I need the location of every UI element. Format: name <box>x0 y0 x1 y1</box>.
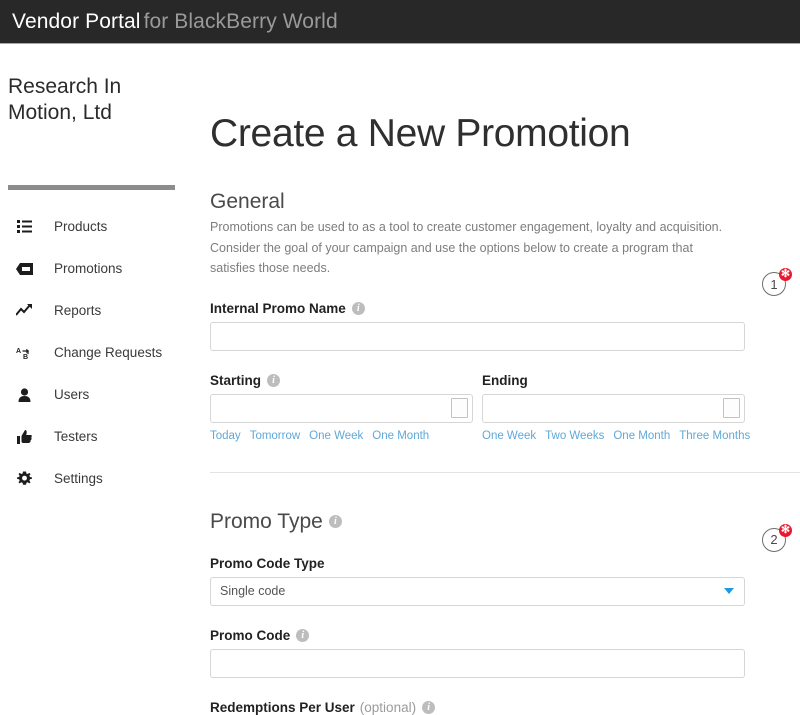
section-heading-promo-type: Promo Type i <box>210 510 800 534</box>
step-badge-1: 1 ✻ <box>762 268 792 298</box>
svg-text:A: A <box>16 348 21 355</box>
quick-link-one-week[interactable]: One Week <box>309 430 363 442</box>
label-internal-promo-name: Internal Promo Name i <box>210 301 800 316</box>
sidebar-item-testers[interactable]: Testers <box>0 416 200 458</box>
step-badge-2: 2 ✻ <box>762 523 792 554</box>
sidebar-item-products[interactable]: Products <box>0 206 200 248</box>
ending-date-input[interactable] <box>482 393 745 423</box>
info-icon[interactable]: i <box>351 301 365 315</box>
section-heading-general: General <box>210 190 800 214</box>
quick-link-two-weeks[interactable]: Two Weeks <box>545 430 604 442</box>
starting-date-input[interactable] <box>210 393 473 423</box>
label-text: Promo Code Type <box>210 555 325 571</box>
field-promo-code-type: Promo Code Type Single code <box>210 556 800 606</box>
sidebar-nav: Products Promotions Reports AB Change Re… <box>0 206 200 500</box>
gear-icon <box>12 471 36 486</box>
section-promo-type: 2 ✻ Promo Type i Promo Code Type Single … <box>210 510 800 715</box>
ab-swap-icon: AB <box>12 346 36 360</box>
sidebar-item-settings[interactable]: Settings <box>0 458 200 500</box>
section-general: 1 ✻ General Promotions can be used to as… <box>210 190 800 442</box>
quick-link-one-week[interactable]: One Week <box>482 430 536 442</box>
internal-promo-name-input[interactable] <box>210 321 745 351</box>
sidebar-item-label: Products <box>54 219 108 234</box>
step-required-dot: ✻ <box>779 268 792 281</box>
main-content: Create a New Promotion 1 ✻ General Promo… <box>200 44 800 715</box>
section-description: Promotions can be used to as a tool to c… <box>210 220 723 276</box>
label-redemptions-per-user: Redemptions Per User (optional) i <box>210 700 800 715</box>
label-text: Promo Code <box>210 627 291 643</box>
field-internal-promo-name: Internal Promo Name i <box>210 301 800 351</box>
field-redemptions-per-user: Redemptions Per User (optional) i <box>210 700 800 715</box>
page-title: Create a New Promotion <box>210 112 631 155</box>
company-name: Research In Motion, Ltd <box>8 75 122 125</box>
ending-quick-links: One Week Two Weeks One Month Three Months <box>482 430 750 442</box>
label-text: Redemptions Per User <box>210 699 355 715</box>
label-text: Internal Promo Name <box>210 300 346 316</box>
field-promo-code: Promo Code i <box>210 628 800 678</box>
sidebar-item-users[interactable]: Users <box>0 374 200 416</box>
label-text: Starting <box>210 372 262 388</box>
sidebar-item-promotions[interactable]: Promotions <box>0 248 200 290</box>
list-icon <box>12 220 36 233</box>
page-body: Research In Motion, Ltd Products Promoti… <box>0 44 800 715</box>
info-icon[interactable]: i <box>422 700 436 714</box>
sidebar-divider <box>8 184 175 190</box>
quick-link-today[interactable]: Today <box>210 430 241 442</box>
sidebar-item-label: Testers <box>54 429 98 444</box>
thumbs-up-icon <box>12 429 36 444</box>
label-ending: Ending <box>482 373 750 388</box>
date-range-row: Starting i Today Tomorrow One Week One Mont… <box>210 373 800 442</box>
quick-link-one-month[interactable]: One Month <box>372 430 429 442</box>
section-divider <box>210 471 800 473</box>
top-header-bar: Vendor Portal for BlackBerry World <box>0 0 800 44</box>
step-required-dot: ✻ <box>779 523 792 537</box>
optional-tag: (optional) <box>359 699 417 715</box>
sidebar-item-change-requests[interactable]: AB Change Requests <box>0 332 200 374</box>
calendar-icon[interactable] <box>723 397 740 418</box>
ticket-icon <box>12 262 36 275</box>
quick-link-tomorrow[interactable]: Tomorrow <box>250 430 300 442</box>
svg-text:B: B <box>23 354 28 360</box>
field-starting-date: Starting i Today Tomorrow One Week One Mont… <box>210 373 473 442</box>
starting-quick-links: Today Tomorrow One Week One Month <box>210 430 473 442</box>
sidebar-item-reports[interactable]: Reports <box>0 290 200 332</box>
quick-link-three-months[interactable]: Three Months <box>679 430 750 442</box>
calendar-icon[interactable] <box>451 397 468 418</box>
promo-code-type-wrap: Single code <box>210 576 745 606</box>
promo-code-type-select[interactable]: Single code <box>210 576 745 606</box>
section-heading-text: General <box>210 190 285 213</box>
app-subtitle: for BlackBerry World <box>143 9 338 33</box>
label-promo-code: Promo Code i <box>210 628 800 643</box>
ending-date-wrap <box>482 393 745 423</box>
user-icon <box>12 387 36 402</box>
trend-chart-icon <box>12 304 36 317</box>
sidebar-item-label: Reports <box>54 303 102 318</box>
sidebar-item-label: Settings <box>54 471 103 486</box>
sidebar-item-label: Promotions <box>54 261 123 276</box>
sidebar-item-label: Change Requests <box>54 345 163 360</box>
info-icon[interactable]: i <box>267 373 281 387</box>
quick-link-one-month[interactable]: One Month <box>613 430 670 442</box>
field-ending-date: Ending One Week Two Weeks One Month Three M… <box>482 373 750 442</box>
starting-date-wrap <box>210 393 473 423</box>
info-icon[interactable]: i <box>328 515 342 529</box>
app-brand-name: Vendor Portal <box>12 9 141 33</box>
label-promo-code-type: Promo Code Type <box>210 556 800 571</box>
promo-code-input[interactable] <box>210 648 745 678</box>
label-starting: Starting i <box>210 373 473 388</box>
sidebar-item-label: Users <box>54 387 90 402</box>
info-icon[interactable]: i <box>296 628 310 642</box>
label-text: Ending <box>482 372 528 388</box>
app-title: Vendor Portal for BlackBerry World <box>12 10 338 34</box>
sidebar: Research In Motion, Ltd Products Promoti… <box>0 44 200 714</box>
section-heading-text: Promo Type <box>210 509 323 533</box>
